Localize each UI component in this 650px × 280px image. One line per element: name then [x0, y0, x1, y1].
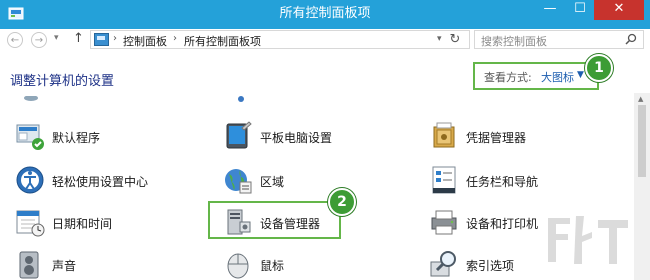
tablet-icon — [226, 121, 252, 149]
item-sound[interactable]: 声音 — [14, 248, 134, 280]
address-dropdown-chevron-icon[interactable]: ▾ — [437, 34, 442, 44]
item-tablet-settings[interactable]: 平板电脑设置 — [222, 120, 372, 152]
taskbar-icon — [432, 166, 456, 194]
item-credential-manager[interactable]: 凭据管理器 — [428, 120, 578, 152]
item-label: 日期和时间 — [52, 217, 113, 231]
mouse-icon — [227, 253, 249, 279]
item-label: 凭据管理器 — [466, 131, 527, 145]
item-label: 轻松使用设置中心 — [52, 175, 149, 189]
breadcrumb-separator[interactable]: › — [173, 33, 177, 44]
calendar-clock-icon — [16, 210, 45, 237]
partial-item-icon — [24, 96, 38, 101]
step-badge-2: 2 — [328, 188, 356, 216]
device-manager-highlight — [208, 201, 341, 239]
item-taskbar-navigation[interactable]: 任务栏和导航 — [428, 164, 578, 196]
speaker-icon — [19, 251, 39, 279]
item-label: 平板电脑设置 — [260, 131, 333, 145]
indexing-magnifier-icon — [430, 251, 456, 277]
item-label: 鼠标 — [260, 259, 285, 273]
item-date-time[interactable]: 日期和时间 — [14, 206, 164, 238]
item-region[interactable]: 区域 — [222, 164, 342, 196]
item-label: 默认程序 — [52, 131, 101, 145]
search-input[interactable]: 搜索控制面板 — [474, 30, 644, 49]
chevron-down-icon[interactable]: ▼ — [577, 70, 584, 80]
view-by-value[interactable]: 大图标 — [541, 69, 574, 85]
view-by-label: 查看方式: — [484, 71, 532, 84]
item-mouse[interactable]: 鼠标 — [222, 248, 342, 280]
refresh-button[interactable]: ↻ — [444, 31, 466, 48]
credential-safe-icon — [433, 122, 455, 148]
item-label: 区域 — [260, 175, 285, 189]
item-label: 任务栏和导航 — [466, 175, 539, 189]
address-bar[interactable]: › 控制面板 › 所有控制面板项 ▾ — [90, 30, 470, 49]
maximize-button[interactable]: ☐ — [566, 0, 594, 20]
site-logo-watermark — [548, 216, 628, 264]
partial-item-icon — [238, 96, 244, 102]
step-badge-1: 1 — [585, 54, 613, 82]
minimize-button[interactable]: — — [536, 0, 564, 20]
item-label: 索引选项 — [466, 259, 515, 273]
printer-icon — [431, 210, 457, 235]
ease-of-access-icon — [16, 166, 44, 194]
item-ease-of-access[interactable]: 轻松使用设置中心 — [14, 164, 184, 196]
back-button[interactable]: ← — [7, 32, 23, 48]
search-icon[interactable] — [625, 33, 637, 45]
scrollbar-thumb[interactable] — [638, 105, 646, 177]
page-title: 调整计算机的设置 — [10, 74, 115, 89]
item-default-programs[interactable]: 默认程序 — [14, 120, 164, 152]
close-button[interactable]: ✕ — [594, 0, 644, 20]
control-panel-icon — [94, 33, 109, 46]
breadcrumb-separator[interactable]: › — [113, 33, 117, 44]
item-label: 设备和打印机 — [466, 217, 539, 231]
forward-button[interactable]: → — [31, 32, 47, 48]
region-globe-icon — [225, 169, 252, 194]
breadcrumb-all-items[interactable]: 所有控制面板项 — [184, 33, 261, 49]
item-label: 声音 — [52, 259, 77, 273]
up-button[interactable]: ↑ — [73, 31, 84, 46]
default-programs-icon — [16, 124, 44, 150]
scroll-up-arrow-icon[interactable]: ▲ — [638, 95, 643, 103]
breadcrumb-control-panel[interactable]: 控制面板 — [123, 33, 167, 49]
navigation-bar: ← → ▾ ↑ › 控制面板 › 所有控制面板项 ▾ ↻ 搜索控制面板 — [0, 29, 650, 51]
search-placeholder: 搜索控制面板 — [481, 35, 547, 48]
view-by-selector[interactable]: 查看方式: 大图标 ▼ — [473, 62, 599, 90]
recent-locations-chevron-icon[interactable]: ▾ — [54, 33, 59, 43]
title-bar: 所有控制面板项 — ☐ ✕ — [0, 0, 650, 30]
